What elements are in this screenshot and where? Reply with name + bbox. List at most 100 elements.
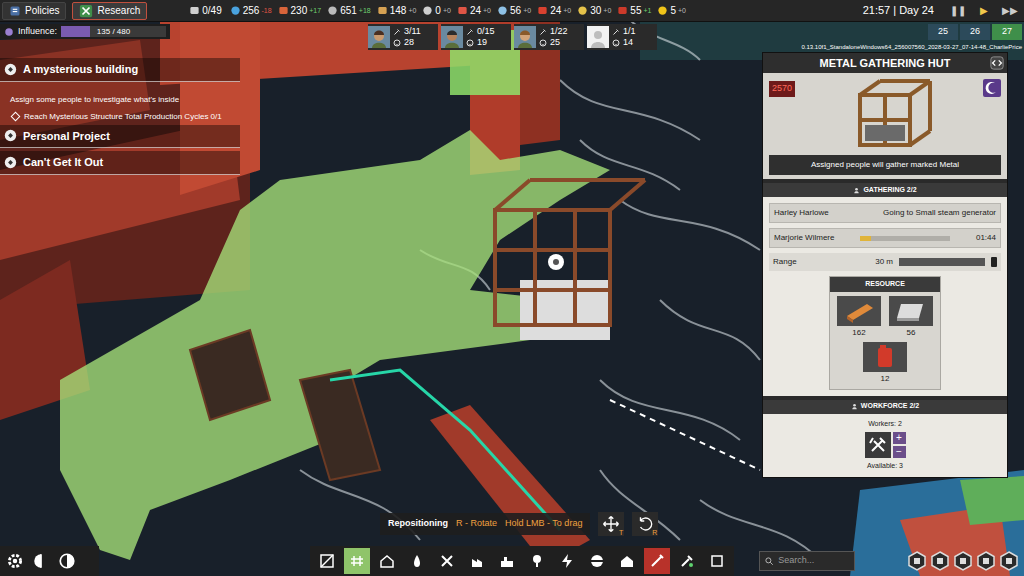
minimap-cell[interactable]: 26 xyxy=(960,24,990,40)
speed-button[interactable]: ❚❚ xyxy=(946,6,970,16)
resource-value: 651 xyxy=(340,6,357,16)
range-slider[interactable] xyxy=(899,258,985,266)
resource-value: 230 xyxy=(291,6,308,16)
resource-item[interactable]: 56 xyxy=(889,296,933,339)
toolbar-button[interactable] xyxy=(374,548,400,574)
resource-value: 55 xyxy=(630,6,641,16)
speed-button[interactable]: ▶ xyxy=(976,6,992,16)
mood-row: 14 xyxy=(612,38,636,47)
quest-icon xyxy=(4,129,17,142)
toolbar-button[interactable] xyxy=(434,548,460,574)
search-field[interactable] xyxy=(759,551,855,571)
hexagon-icon[interactable] xyxy=(907,551,927,571)
resource-amount: 56 xyxy=(907,327,916,339)
view-icon[interactable] xyxy=(58,552,76,570)
gathering-header: GATHERING 2/2 xyxy=(763,183,1007,197)
assigned-row: 1/22 xyxy=(539,27,568,36)
hexagon-icon[interactable] xyxy=(999,551,1019,571)
research-button[interactable]: Research xyxy=(72,2,147,20)
influence-value: 135 / 480 xyxy=(97,26,130,38)
range-fill xyxy=(900,259,984,265)
resource-item[interactable]: 12 xyxy=(863,342,907,385)
toolbar-button[interactable] xyxy=(584,548,610,574)
policies-button[interactable]: Policies xyxy=(2,2,66,20)
toolbar-button[interactable] xyxy=(674,548,700,574)
search-input[interactable] xyxy=(778,554,850,568)
toolbar-button[interactable] xyxy=(314,548,340,574)
toolbar-button[interactable] xyxy=(404,548,430,574)
worker-group-card[interactable]: 3/1128 xyxy=(368,24,438,50)
slider-knob[interactable] xyxy=(991,257,997,267)
minimap-cell[interactable]: 27 xyxy=(992,24,1022,40)
gatherer-row[interactable]: Harley HarloweGoing to Small steam gener… xyxy=(769,203,1001,223)
influence-label: Influence: xyxy=(18,25,57,39)
resource-value: 56 xyxy=(510,6,521,16)
hint-text: R - Rotate xyxy=(456,517,497,531)
speed-button[interactable]: ▶▶ xyxy=(998,6,1022,16)
mood-row: 19 xyxy=(466,38,495,47)
toolbar-button[interactable] xyxy=(494,548,520,574)
move-button[interactable]: T xyxy=(598,512,624,536)
tool-icon xyxy=(559,553,575,569)
resource-counter: 651+18 xyxy=(327,5,371,16)
resource-icon xyxy=(863,342,907,372)
tool-icon xyxy=(349,553,365,569)
tool-icon xyxy=(499,553,515,569)
settings-icon[interactable] xyxy=(6,552,24,570)
worker-group-card[interactable]: 1/2225 xyxy=(514,24,584,50)
hexagon-icon[interactable] xyxy=(930,551,950,571)
quest-title[interactable]: A mysterious building xyxy=(0,58,240,82)
worker-icon xyxy=(865,432,891,458)
tool-icon xyxy=(709,553,725,569)
quest-description-text: Assign some people to investigate what's… xyxy=(10,95,179,104)
toolbar-button[interactable] xyxy=(524,548,550,574)
hexagon-icon[interactable] xyxy=(953,551,973,571)
resource-amount: 12 xyxy=(881,373,890,385)
assigned-row: 0/15 xyxy=(466,27,495,36)
resource-delta: +0 xyxy=(408,7,416,14)
id-badge: 2570 xyxy=(769,81,795,97)
toolbar-button[interactable] xyxy=(464,548,490,574)
workforce-control: +− xyxy=(865,432,906,458)
resource-delta: +0 xyxy=(523,7,531,14)
hexagon-icon[interactable] xyxy=(976,551,996,571)
quest-title[interactable]: Personal Project xyxy=(0,125,240,149)
move-icon xyxy=(602,515,620,533)
toolbar-button[interactable] xyxy=(614,548,640,574)
expand-icon[interactable] xyxy=(990,56,1004,70)
mood-icon xyxy=(612,39,620,47)
rotate-button[interactable]: R xyxy=(632,512,658,536)
minus-button[interactable]: − xyxy=(893,446,906,458)
workforce-body: Workers: 2+−Available: 3 xyxy=(763,414,1007,477)
resource-item[interactable]: 162 xyxy=(837,296,881,339)
range-row: Range30 m xyxy=(769,253,1001,271)
resource-icon xyxy=(189,5,200,16)
toolbar-button[interactable] xyxy=(344,548,370,574)
worker-group-card[interactable]: 1/114 xyxy=(587,24,657,50)
resource-delta: +0 xyxy=(563,7,571,14)
influence-fill xyxy=(61,26,90,37)
assigned-count: 3/11 xyxy=(404,27,421,36)
worker-counts: 3/1128 xyxy=(393,27,421,47)
plus-button[interactable]: + xyxy=(893,432,906,444)
quest-title-text: Can't Get It Out xyxy=(23,154,103,171)
panel-header: METAL GATHERING HUT xyxy=(763,53,1007,73)
resource-value: 5 xyxy=(670,6,676,16)
mood-value: 19 xyxy=(477,38,487,47)
portrait-icon xyxy=(587,26,609,48)
gatherer-row[interactable]: Marjorie Wilmere01:44 xyxy=(769,228,1001,248)
resource-delta: +0 xyxy=(603,7,611,14)
toolbar-button[interactable] xyxy=(704,548,730,574)
resource-counter: 24+0 xyxy=(457,5,491,16)
hint-box: RepositioningR - RotateHold LMB - To dra… xyxy=(380,513,590,535)
quest-title[interactable]: Can't Get It Out xyxy=(0,151,240,175)
resource-icon xyxy=(327,5,338,16)
minimap-cell[interactable]: 25 xyxy=(928,24,958,40)
resource-icon xyxy=(457,5,468,16)
worker-group-card[interactable]: 0/15 19 xyxy=(441,24,511,50)
toolbar-button[interactable] xyxy=(644,548,670,574)
toolbar-button[interactable] xyxy=(554,548,580,574)
policy-icon xyxy=(9,5,21,17)
contrast-icon[interactable] xyxy=(32,552,50,570)
gatherer-status: Going to Small steam generator xyxy=(883,207,996,219)
